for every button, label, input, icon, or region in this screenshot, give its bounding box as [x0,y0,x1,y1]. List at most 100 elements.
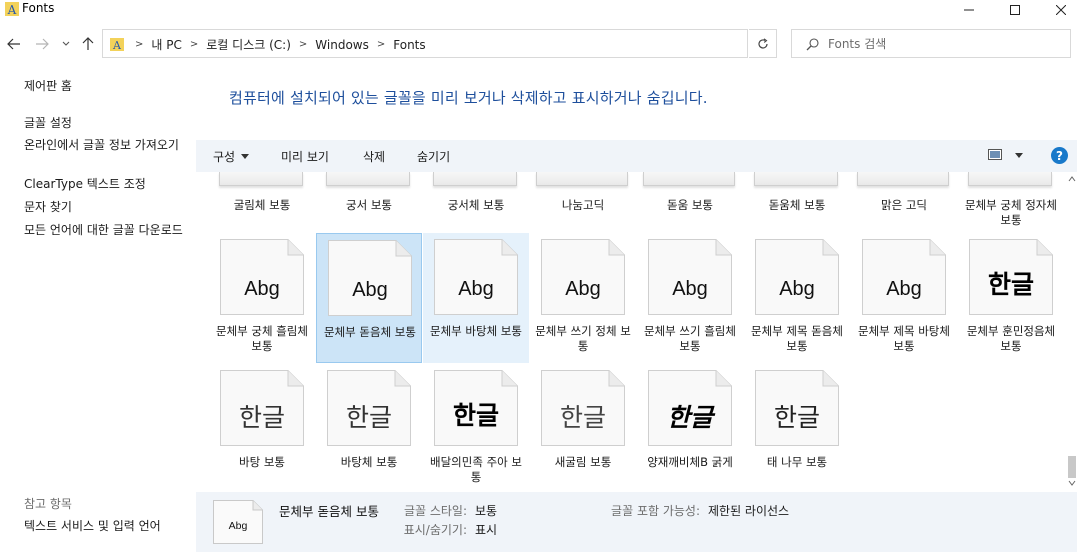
close-button[interactable] [1038,0,1077,20]
vertical-scrollbar[interactable] [1066,172,1077,490]
font-page-icon [326,172,410,186]
scroll-down-button[interactable] [1066,480,1077,490]
help-icon[interactable]: ? [1051,147,1068,164]
font-sample: Abg [886,277,922,300]
minimize-icon [964,9,974,11]
font-page-icon: Abg [648,239,732,315]
delete-button[interactable]: 삭제 [363,148,385,165]
font-name: 문체부 제목 바탕체 보통 [858,324,950,353]
breadcrumb-this-pc[interactable]: 내 PC [151,36,181,53]
font-tile[interactable]: Abg 문체부 쓰기 흘림체 보통 [637,233,743,363]
search-input[interactable] [828,33,1058,55]
hide-button[interactable]: 숨기기 [417,148,450,165]
maximize-button[interactable] [992,0,1038,20]
font-sample: Abg [672,277,708,300]
font-name: 새굴림 보통 [554,455,612,469]
breadcrumb-windows[interactable]: Windows [315,38,369,52]
font-name: 문체부 쓰기 정체 보통 [535,324,631,353]
font-tile[interactable]: Abg 문체부 제목 돋음체 보통 [744,233,850,363]
address-bar[interactable]: A > 내 PC > 로컬 디스크 (C:) > Windows > Fonts [102,29,842,58]
breadcrumb-separator-icon: > [189,39,199,50]
font-sample: Abg [244,277,280,300]
up-button[interactable] [79,36,97,52]
cleartype-text-tuner-link[interactable]: ClearType 텍스트 조정 [24,177,188,192]
forward-button[interactable] [33,36,51,52]
breadcrumb-fonts[interactable]: Fonts [393,38,425,52]
text-services-link[interactable]: 텍스트 서비스 및 입력 언어 [24,519,188,534]
font-style-value: 보통 [475,504,498,518]
search-box[interactable] [791,29,1071,58]
font-name: 맑은 고딕 [881,198,927,212]
font-page-icon: Abg [862,239,946,315]
font-tile[interactable]: 맑은 고딕 [851,172,957,232]
address-row: A > 내 PC > 로컬 디스크 (C:) > Windows > Fonts [0,29,1077,59]
font-name: 굴림체 보통 [233,198,291,212]
back-button[interactable] [5,36,23,52]
font-tile[interactable]: 한글 바탕 보통 [209,364,315,490]
scrollbar-thumb[interactable] [1068,456,1076,478]
font-sample: Abg [352,278,388,301]
font-sample: 한글 [452,401,499,430]
font-tile[interactable]: 한글 문체부 훈민정음체 보통 [958,233,1064,363]
recent-locations-button[interactable] [60,36,72,52]
font-name: 문체부 궁체 정자체 보통 [965,198,1057,227]
font-page-icon: Abg [541,239,625,315]
font-tile[interactable]: 한글 바탕체 보통 [316,364,422,490]
font-settings-link[interactable]: 글꼴 설정 [24,116,188,131]
embeddability-value: 제한된 라이선스 [708,504,790,518]
control-panel-home-link[interactable]: 제어판 홈 [24,79,188,94]
breadcrumb-local-disk[interactable]: 로컬 디스크 (C:) [206,36,291,53]
svg-text:A: A [7,3,17,16]
chevron-up-icon [1068,176,1075,182]
refresh-button[interactable] [749,29,777,58]
preview-button[interactable]: 미리 보기 [281,148,329,165]
font-sample: 한글 [666,403,713,432]
get-font-info-online-link[interactable]: 온라인에서 글꼴 정보 가져오기 [24,138,188,153]
font-name: 문체부 돋음체 보통 [324,325,416,339]
font-page-icon: Abg [755,239,839,315]
font-tile[interactable]: 한글 양재깨비체B 굵게 [637,364,743,490]
font-tile[interactable]: 한글 새굴림 보통 [530,364,636,490]
font-tile[interactable]: 궁서체 보통 [423,172,529,232]
font-tile[interactable]: Abg 문체부 쓰기 정체 보통 [530,233,636,363]
font-tile[interactable]: 문체부 궁체 정자체 보통 [958,172,1064,232]
font-tile[interactable]: 돋움 보통 [637,172,743,232]
svg-text:A: A [112,39,122,51]
maximize-icon [1010,5,1020,15]
font-grid: 굴림체 보통 궁서 보통 궁서체 보통 나눔고딕 돋움 보통 돋움체 보통 맑은… [196,172,1066,490]
font-sample: 한글 [559,403,606,432]
character-map-link[interactable]: 문자 찾기 [24,200,188,215]
arrow-right-icon [36,38,49,50]
close-icon [1056,5,1066,15]
font-tile[interactable]: Abg 문체부 궁체 흘림체 보통 [209,233,315,363]
font-tile[interactable]: Abg 문체부 바탕체 보통 [423,233,529,363]
view-icon [988,149,1002,160]
download-all-language-fonts-link[interactable]: 모든 언어에 대한 글꼴 다운로드 [24,223,188,238]
refresh-icon [757,37,768,49]
font-sample: Abg [458,277,494,300]
font-page-icon: 한글 [969,239,1053,315]
minimize-button[interactable] [946,0,992,20]
font-page-icon [433,172,517,186]
font-name: 바탕체 보통 [340,455,398,469]
window-title: Fonts [22,1,55,15]
font-tile[interactable]: 한글 배달의민족 주아 보통 [423,364,529,490]
font-tile[interactable]: 나눔고딕 [530,172,636,232]
font-page-icon: 한글 [755,370,839,446]
font-sample: Abg [565,277,601,300]
change-view-button[interactable] [988,149,1023,161]
font-tile[interactable]: 궁서 보통 [316,172,422,232]
font-tile[interactable]: 굴림체 보통 [209,172,315,232]
caret-down-icon [241,154,250,159]
scroll-up-button[interactable] [1066,176,1077,186]
organize-button[interactable]: 구성 [213,148,250,165]
font-page-icon: 한글 [434,370,518,446]
font-name: 궁서체 보통 [447,198,505,212]
details-pane: Abg 문체부 돋음체 보통 글꼴 스타일: 보통 표시/숨기기: 표시 글꼴 … [196,492,1077,552]
font-tile[interactable]: 한글 태 나무 보통 [744,364,850,490]
font-tile-selected[interactable]: Abg 문체부 돋음체 보통 [316,233,422,363]
font-tile[interactable]: Abg 문체부 제목 바탕체 보통 [851,233,957,363]
font-sample: 한글 [773,403,820,432]
font-tile[interactable]: 돋움체 보통 [744,172,850,232]
breadcrumb-separator-icon: > [135,39,144,50]
